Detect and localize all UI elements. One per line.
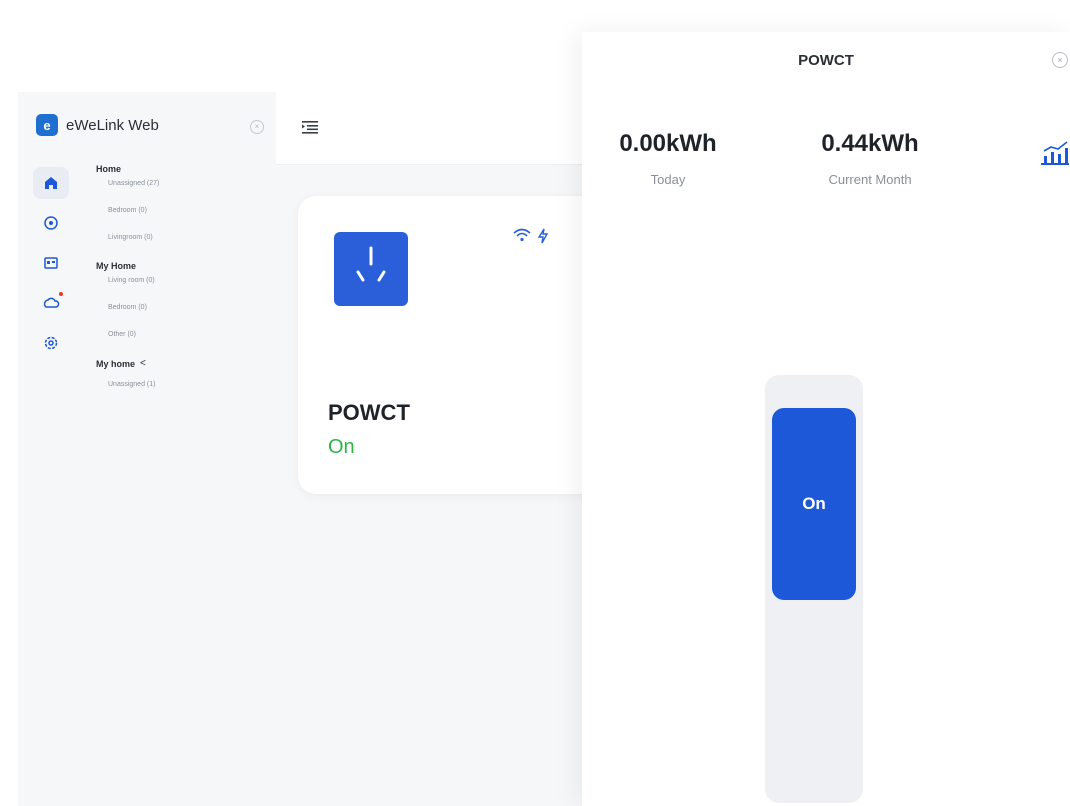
drawer-title: POWCT [798, 52, 854, 69]
brand: e eWeLink Web [36, 114, 159, 136]
nav-settings[interactable] [33, 327, 69, 359]
device-detail-drawer: POWCT × 0.00kWh Today 0.44kWh Current Mo… [582, 32, 1070, 806]
tree-group-my-home[interactable]: My Home [96, 261, 266, 271]
power-plug-icon [356, 246, 386, 282]
menu-toggle-icon[interactable] [302, 120, 318, 134]
device-icon [334, 232, 408, 306]
tree-item[interactable]: Bedroom (0) [108, 207, 266, 214]
nav-gallery[interactable] [33, 247, 69, 279]
app-name: eWeLink Web [66, 116, 159, 134]
device-card[interactable]: POWCT On [298, 196, 618, 494]
app-window: e eWeLink Web × Home Unassigned (27) Bed… [18, 92, 618, 806]
main-header [276, 92, 618, 165]
nav-scenes[interactable] [33, 207, 69, 239]
app-logo: e [36, 114, 58, 136]
room-tree: Home Unassigned (27) Bedroom (0) Livingr… [96, 164, 266, 408]
tree-group-home[interactable]: Home [96, 164, 266, 174]
sidebar-collapse-button[interactable]: × [250, 120, 264, 134]
today-energy-label: Today [650, 172, 686, 187]
tree-item[interactable]: Bedroom (0) [108, 304, 266, 311]
tree-item[interactable]: Unassigned (27) [108, 180, 266, 187]
cloud-icon [43, 297, 60, 308]
tree-item[interactable]: Livingroom (0) [108, 234, 266, 241]
metric-today: 0.00kWh Today [608, 130, 728, 187]
nav-home[interactable] [33, 167, 69, 199]
close-icon[interactable]: × [1052, 52, 1068, 68]
device-status-icons [513, 228, 549, 244]
month-energy-label: Current Month [828, 172, 912, 187]
device-state: On [328, 436, 355, 458]
share-icon: < [140, 358, 146, 369]
nav-cloud[interactable] [33, 287, 69, 319]
tree-item[interactable]: Living room (0) [108, 277, 266, 284]
wifi-icon [513, 228, 531, 242]
power-switch-button[interactable]: On [772, 408, 856, 600]
statistics-chart-icon[interactable] [1040, 140, 1070, 166]
nav-rail [24, 167, 78, 359]
lightning-icon [537, 228, 549, 244]
tree-item[interactable]: Unassigned (1) [108, 381, 266, 388]
home-icon [45, 177, 57, 189]
device-name: POWCT [328, 400, 410, 425]
metric-month: 0.44kWh Current Month [800, 130, 940, 187]
gallery-icon [44, 257, 58, 269]
today-energy-value: 0.00kWh [619, 130, 717, 157]
power-switch-label: On [802, 494, 826, 513]
tree-group-my-home-shared[interactable]: My home [96, 359, 135, 369]
tree-item[interactable]: Other (0) [108, 331, 266, 338]
settings-icon [44, 336, 58, 350]
notification-badge [59, 292, 63, 296]
tree-group-row-shared: My home < [96, 358, 266, 369]
month-energy-value: 0.44kWh [821, 130, 919, 157]
scene-icon [44, 216, 58, 230]
